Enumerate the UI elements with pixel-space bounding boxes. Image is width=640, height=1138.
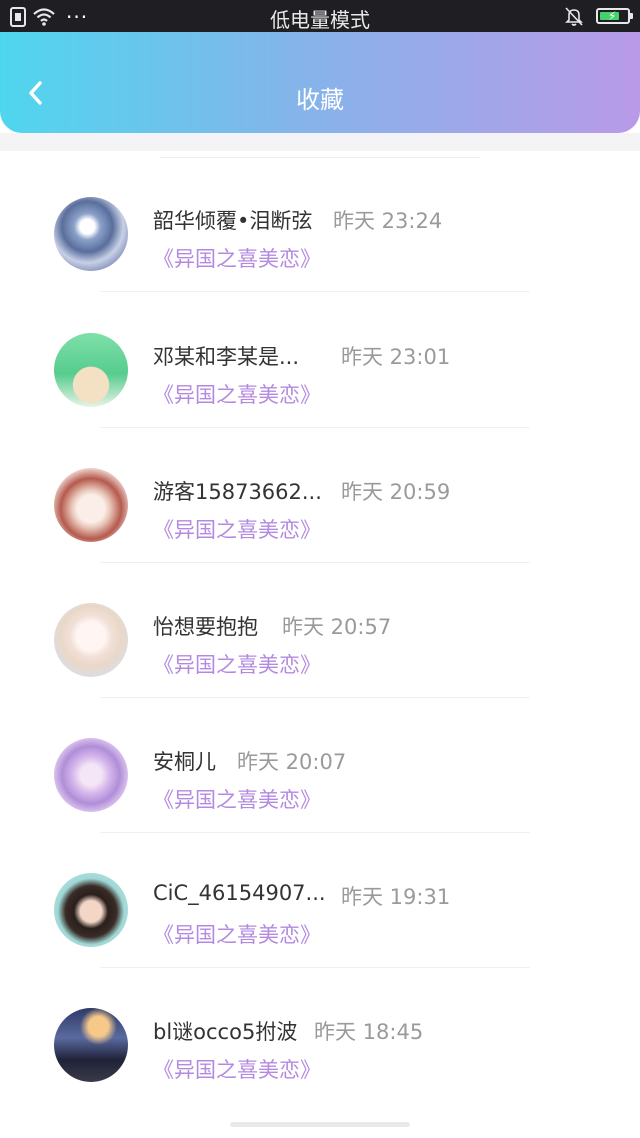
avatar[interactable] [54, 197, 128, 271]
book-title[interactable]: 《异国之喜美恋》 [153, 1054, 321, 1084]
favorite-item[interactable]: bl谜occo5拊波 昨天 18:45 《异国之喜美恋》 [0, 981, 640, 1116]
user-name[interactable]: 安桐儿 [153, 746, 216, 776]
book-title[interactable]: 《异国之喜美恋》 [153, 784, 321, 814]
user-name[interactable]: CiC_46154907... [153, 881, 326, 905]
row-divider [100, 291, 530, 292]
row-divider [100, 562, 530, 563]
favorite-item[interactable]: 怡想要抱抱 昨天 20:57 《异国之喜美恋》 [0, 576, 640, 711]
row-divider [100, 697, 530, 698]
avatar[interactable] [54, 873, 128, 947]
book-title[interactable]: 《异国之喜美恋》 [153, 514, 321, 544]
status-title: 低电量模式 [270, 8, 370, 32]
status-right-icons: ⚡ [564, 6, 633, 26]
home-indicator [230, 1122, 410, 1127]
book-title[interactable]: 《异国之喜美恋》 [153, 243, 321, 273]
avatar[interactable] [54, 333, 128, 407]
timestamp: 昨天 20:57 [282, 615, 392, 639]
timestamp: 昨天 23:01 [341, 345, 451, 369]
user-name[interactable]: 怡想要抱抱 [153, 611, 258, 641]
row-divider [100, 967, 530, 968]
page-title: 收藏 [296, 86, 344, 114]
list-top-divider [160, 157, 480, 158]
user-name[interactable]: 游客15873662... [153, 476, 322, 506]
favorite-item[interactable]: 邓某和李某是... 昨天 23:01 《异国之喜美恋》 [0, 306, 640, 441]
book-title[interactable]: 《异国之喜美恋》 [153, 919, 321, 949]
avatar[interactable] [54, 468, 128, 542]
favorite-item[interactable]: 韶华倾覆•泪断弦 昨天 23:24 《异国之喜美恋》 [0, 170, 640, 305]
row-divider [100, 832, 530, 833]
favorite-item[interactable]: 游客15873662... 昨天 20:59 《异国之喜美恋》 [0, 441, 640, 576]
status-bar: ··· 低电量模式 ⚡ [0, 0, 640, 32]
battery-cap [630, 13, 633, 19]
timestamp: 昨天 18:45 [314, 1020, 424, 1044]
header-bar: 收藏 [0, 32, 640, 133]
user-name[interactable]: 韶华倾覆•泪断弦 [153, 205, 312, 235]
timestamp: 昨天 19:31 [341, 885, 451, 909]
avatar[interactable] [54, 603, 128, 677]
user-name[interactable]: 邓某和李某是... [153, 341, 299, 371]
battery-charging-icon: ⚡ [596, 8, 633, 24]
timestamp: 昨天 23:24 [333, 209, 443, 233]
mute-bell-icon [564, 6, 584, 26]
timestamp: 昨天 20:59 [341, 480, 451, 504]
book-title[interactable]: 《异国之喜美恋》 [153, 379, 321, 409]
user-name[interactable]: bl谜occo5拊波 [153, 1016, 297, 1046]
favorite-item[interactable]: CiC_46154907... 昨天 19:31 《异国之喜美恋》 [0, 846, 640, 981]
favorite-item[interactable]: 安桐儿 昨天 20:07 《异国之喜美恋》 [0, 711, 640, 846]
avatar[interactable] [54, 738, 128, 812]
book-title[interactable]: 《异国之喜美恋》 [153, 649, 321, 679]
timestamp: 昨天 20:07 [237, 750, 347, 774]
charging-bolt-icon: ⚡ [608, 9, 617, 23]
avatar[interactable] [54, 1008, 128, 1082]
row-divider [100, 427, 530, 428]
header-gap [0, 133, 640, 151]
